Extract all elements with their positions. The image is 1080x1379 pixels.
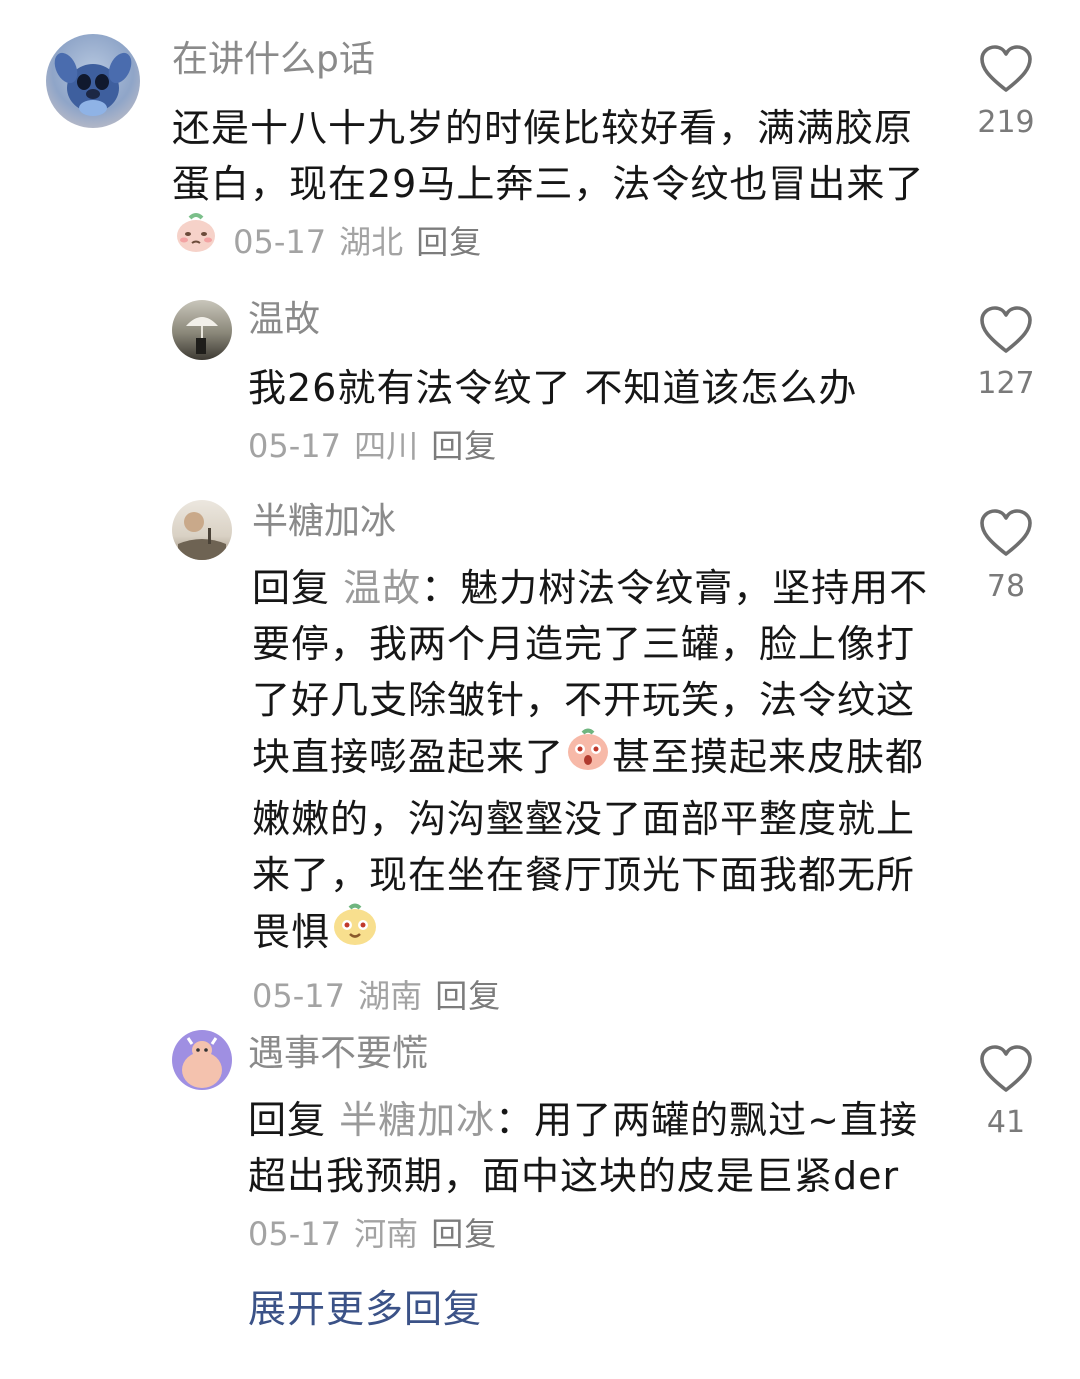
comment-content: 还是十八十九岁的时候比较好看，满满胶原蛋白，现在29马上奔三，法令纹也冒出来了	[172, 106, 925, 206]
reply-prefix: 回复	[248, 1098, 327, 1142]
reply-prefix: 回复	[252, 566, 331, 610]
reply-button[interactable]: 回复	[431, 1215, 497, 1253]
reply-colon: ：	[421, 566, 461, 610]
avatar[interactable]	[46, 34, 140, 128]
cartoon-cow-avatar-icon	[182, 1037, 222, 1088]
comment-content: 我26就有法令纹了 不知道该怎么办	[248, 366, 858, 410]
expand-more-replies-link[interactable]: 展开更多回复	[248, 1290, 482, 1328]
reply-target-username[interactable]: 半糖加冰	[339, 1098, 495, 1142]
landscape-painting-avatar-icon	[178, 512, 226, 560]
username[interactable]: 温故	[248, 302, 320, 338]
like-button[interactable]: 78	[966, 508, 1046, 602]
cute-face-emoji-icon	[330, 900, 380, 963]
comment-text: 回复 温故：魅力树法令纹膏，坚持用不要停，我两个月造完了三罐，脸上像打了好几支除…	[252, 560, 932, 1024]
like-count: 219	[977, 105, 1035, 140]
comment-location: 河南	[354, 1215, 419, 1253]
like-button[interactable]: 127	[966, 305, 1046, 399]
reply-target-username[interactable]: 温故	[343, 566, 421, 610]
avatar[interactable]	[172, 300, 232, 360]
comment-text: 我26就有法令纹了 不知道该怎么办 05-17 四川 回复	[248, 360, 948, 474]
username[interactable]: 在讲什么p话	[172, 42, 375, 78]
heart-icon	[980, 1045, 1032, 1092]
heart-icon	[980, 306, 1032, 353]
comment-location: 湖南	[358, 977, 423, 1015]
comment-text: 回复 半糖加冰：用了两罐的飘过~直接超出我预期，面中这块的皮是巨紧der 05-…	[248, 1092, 928, 1262]
comment-text: 还是十八十九岁的时候比较好看，满满胶原蛋白，现在29马上奔三，法令纹也冒出来了 …	[172, 100, 932, 272]
like-button[interactable]: 41	[966, 1044, 1046, 1138]
heart-icon	[980, 45, 1032, 92]
like-button[interactable]: 219	[966, 44, 1046, 138]
reply-button[interactable]: 回复	[431, 427, 497, 465]
comment-location: 湖北	[339, 223, 404, 261]
comment-date: 05-17	[252, 977, 345, 1015]
username[interactable]: 半糖加冰	[252, 504, 396, 540]
like-count: 78	[986, 569, 1026, 604]
comment-date: 05-17	[248, 427, 341, 465]
avatar[interactable]	[172, 500, 232, 560]
avatar[interactable]	[172, 1030, 232, 1090]
crying-face-emoji-icon	[172, 210, 220, 269]
reply-button[interactable]: 回复	[435, 977, 501, 1015]
comment-date: 05-17	[233, 223, 327, 261]
reply-button[interactable]: 回复	[416, 223, 482, 261]
umbrella-photo-avatar-icon	[186, 317, 218, 354]
reply-colon: ：	[495, 1098, 535, 1142]
heart-icon	[980, 509, 1032, 556]
comment-date: 05-17	[248, 1215, 341, 1253]
stitch-avatar-icon	[54, 52, 132, 116]
surprised-face-emoji-icon	[564, 725, 612, 788]
like-count: 41	[986, 1105, 1026, 1140]
comment-location: 四川	[354, 427, 419, 465]
username[interactable]: 遇事不要慌	[248, 1036, 428, 1072]
like-count: 127	[977, 366, 1035, 401]
